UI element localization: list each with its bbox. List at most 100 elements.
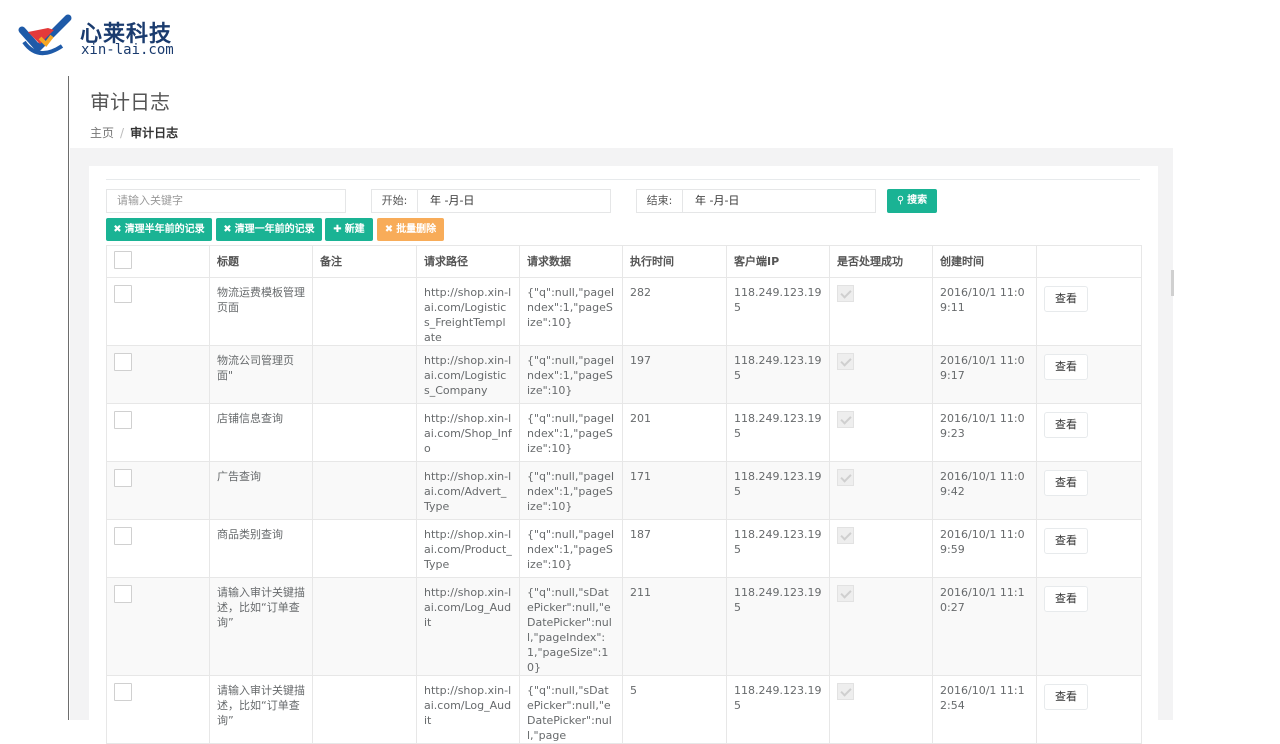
column-header[interactable]: 备注	[312, 245, 417, 278]
clear-half-year-button[interactable]: ✖ 清理半年前的记录	[106, 218, 212, 241]
start-date-label: 开始:	[371, 189, 418, 213]
client-ip-cell: 118.249.123.195	[726, 345, 830, 404]
logo-mark-icon	[18, 14, 72, 55]
close-icon: ✖	[223, 224, 232, 235]
request-data-cell: {"q":null,"pageIndex":1,"pageSize":10}	[519, 461, 623, 520]
created-time-cell: 2016/10/1 11:10:27	[932, 577, 1037, 676]
row-checkbox[interactable]	[114, 683, 132, 701]
table-row[interactable]: 店铺信息查询 http://shop.xin-lai.com/Shop_Info{…	[106, 403, 1142, 462]
column-header[interactable]: 执行时间	[622, 245, 727, 278]
success-checkbox	[837, 527, 854, 544]
column-header[interactable]: 请求路径	[416, 245, 520, 278]
success-checkbox	[837, 683, 854, 700]
row-checkbox[interactable]	[114, 585, 132, 603]
page-header: 审计日志 主页 / 审计日志	[90, 86, 178, 141]
request-path-cell: http://shop.xin-lai.com/Log_Audit	[416, 675, 520, 744]
scrollbar-thumb[interactable]	[1171, 270, 1174, 296]
table-row[interactable]: 商品类别查询 http://shop.xin-lai.com/Product_Ty…	[106, 519, 1142, 578]
success-cell	[829, 345, 933, 404]
row-select-cell	[106, 277, 210, 346]
success-cell	[829, 277, 933, 346]
title-cell: 商品类别查询	[209, 519, 313, 578]
column-header[interactable]: 标题	[209, 245, 313, 278]
table-row[interactable]: 请输入审计关键描述，比如“订单查询” http://shop.xin-lai.co…	[106, 675, 1142, 744]
success-cell	[829, 577, 933, 676]
action-cell: 查看	[1036, 403, 1142, 462]
client-ip-cell: 118.249.123.195	[726, 277, 830, 346]
select-all-checkbox[interactable]	[114, 250, 132, 269]
view-button[interactable]: 查看	[1044, 470, 1088, 496]
created-time-cell: 2016/10/1 11:09:11	[932, 277, 1037, 346]
close-icon: ✖	[384, 224, 394, 235]
created-time-cell: 2016/10/1 11:09:23	[932, 403, 1037, 462]
end-date-input[interactable]: 年 -月-日	[682, 189, 876, 213]
column-header[interactable]: 是否处理成功	[829, 245, 933, 278]
view-button[interactable]: 查看	[1044, 528, 1088, 554]
table-header-row: 标题 备注 请求路径 请求数据 执行时间 客户端IP 是否处理成功 创建时间	[106, 245, 1142, 278]
table-row[interactable]: 广告查询 http://shop.xin-lai.com/Advert_Type{…	[106, 461, 1142, 520]
start-date-input[interactable]: 年 -月-日	[417, 189, 611, 213]
title-cell: 请输入审计关键描述，比如“订单查询”	[209, 675, 313, 744]
table-row[interactable]: 请输入审计关键描述，比如“订单查询” http://shop.xin-lai.co…	[106, 577, 1142, 676]
view-button[interactable]: 查看	[1044, 286, 1088, 312]
breadcrumb-home-link[interactable]: 主页	[90, 126, 114, 140]
select-all-cell	[106, 245, 210, 278]
success-checkbox	[837, 353, 854, 370]
column-header[interactable]: 创建时间	[932, 245, 1037, 278]
search-button[interactable]: ⚲ 搜索	[887, 189, 937, 213]
action-cell: 查看	[1036, 577, 1142, 676]
row-checkbox[interactable]	[114, 285, 132, 303]
client-ip-cell: 118.249.123.195	[726, 519, 830, 578]
row-checkbox[interactable]	[114, 469, 132, 487]
view-button[interactable]: 查看	[1044, 354, 1088, 380]
sidebar-divider	[68, 76, 69, 720]
row-checkbox[interactable]	[114, 527, 132, 545]
exec-time-cell: 282	[622, 277, 727, 346]
clear-one-year-button[interactable]: ✖ 清理一年前的记录	[216, 218, 322, 241]
request-path-cell: http://shop.xin-lai.com/Advert_Type	[416, 461, 520, 520]
request-data-cell: {"q":null,"sDatePicker":null,"eDatePicke…	[519, 675, 623, 744]
exec-time-cell: 201	[622, 403, 727, 462]
view-button[interactable]: 查看	[1044, 684, 1088, 710]
exec-time-cell: 171	[622, 461, 727, 520]
breadcrumb-separator: /	[120, 126, 125, 140]
clear-one-year-label: 清理一年前的记录	[234, 224, 315, 235]
request-path-cell: http://shop.xin-lai.com/Product_Type	[416, 519, 520, 578]
success-checkbox	[837, 585, 854, 602]
success-checkbox	[837, 469, 854, 486]
view-button[interactable]: 查看	[1044, 586, 1088, 612]
remark-cell	[312, 519, 417, 578]
request-data-cell: {"q":null,"pageIndex":1,"pageSize":10}	[519, 345, 623, 404]
title-cell: 广告查询	[209, 461, 313, 520]
card-divider	[106, 179, 1140, 180]
audit-log-table: 标题 备注 请求路径 请求数据 执行时间 客户端IP 是否处理成功 创建时间 物…	[106, 245, 1142, 744]
table-row[interactable]: 物流运费模板管理页面 http://shop.xin-lai.com/Logist…	[106, 277, 1142, 346]
breadcrumb: 主页 / 审计日志	[90, 124, 178, 141]
batch-delete-button[interactable]: ✖ 批量删除	[377, 218, 444, 241]
request-path-cell: http://shop.xin-lai.com/Logistics_Freigh…	[416, 277, 520, 346]
row-select-cell	[106, 519, 210, 578]
close-icon: ✖	[113, 224, 122, 235]
search-button-label: 搜索	[907, 195, 928, 206]
success-cell	[829, 403, 933, 462]
exec-time-cell: 187	[622, 519, 727, 578]
request-path-cell: http://shop.xin-lai.com/Log_Audit	[416, 577, 520, 676]
remark-cell	[312, 345, 417, 404]
remark-cell	[312, 577, 417, 676]
title-cell: 物流运费模板管理页面	[209, 277, 313, 346]
view-button[interactable]: 查看	[1044, 412, 1088, 438]
remark-cell	[312, 403, 417, 462]
brand-domain: xin-lai.com	[81, 42, 174, 58]
brand-logo: 心莱科技 xin-lai.com	[18, 14, 188, 62]
row-checkbox[interactable]	[114, 411, 132, 429]
action-cell: 查看	[1036, 519, 1142, 578]
create-button[interactable]: ✚ 新建	[325, 218, 373, 241]
column-header[interactable]: 客户端IP	[726, 245, 830, 278]
success-checkbox	[837, 285, 854, 302]
row-checkbox[interactable]	[114, 353, 132, 371]
table-row[interactable]: 物流公司管理页面" http://shop.xin-lai.com/Logisti…	[106, 345, 1142, 404]
column-header[interactable]: 请求数据	[519, 245, 623, 278]
keyword-search-input[interactable]: 请输入关键字	[106, 189, 346, 213]
remark-cell	[312, 461, 417, 520]
client-ip-cell: 118.249.123.195	[726, 461, 830, 520]
